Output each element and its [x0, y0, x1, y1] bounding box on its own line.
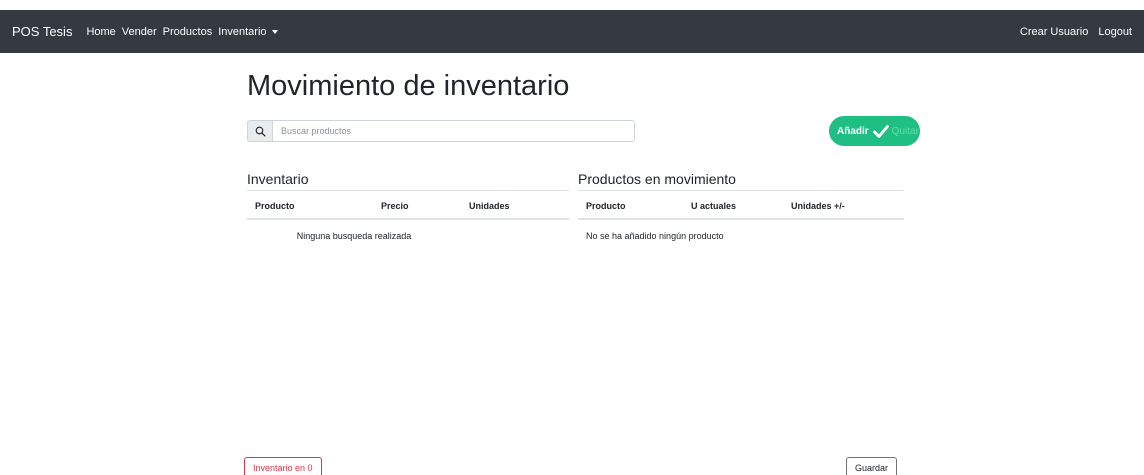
- nav-link-productos[interactable]: Productos: [163, 26, 213, 38]
- caret-down-icon: [271, 29, 278, 34]
- navbar: POS Tesis Home Vender Productos Inventar…: [0, 10, 1144, 53]
- movement-empty-row: No se ha añadido ningún producto: [578, 219, 904, 252]
- page-title: Movimiento de inventario: [247, 70, 570, 102]
- column-header-unidades-delta: Unidades +/-: [783, 191, 904, 220]
- save-button[interactable]: Guardar: [846, 457, 898, 475]
- inventory-header-row: Producto Precio Unidades: [247, 191, 569, 220]
- inventory-empty-cell: [461, 219, 569, 252]
- navbar-right: Crear Usuario Logout: [1010, 10, 1132, 53]
- column-header-producto: Producto: [247, 191, 373, 220]
- nav-link-crear-usuario[interactable]: Crear Usuario: [1020, 26, 1088, 38]
- nav-dropdown-inventario[interactable]: Inventario: [218, 25, 278, 38]
- column-header-u-actuales: U actuales: [683, 191, 783, 220]
- inventory-section: Inventario Producto Precio Unidades Ning…: [247, 171, 569, 252]
- column-header-producto: Producto: [578, 191, 683, 220]
- inventory-table: Producto Precio Unidades Ninguna busqued…: [247, 191, 569, 252]
- nav-link-home[interactable]: Home: [86, 26, 115, 38]
- toggle-label-remove: Quitar: [891, 125, 919, 137]
- nav-link-logout[interactable]: Logout: [1098, 26, 1132, 38]
- column-header-precio: Precio: [373, 191, 461, 220]
- movement-header-row: Producto U actuales Unidades +/-: [578, 191, 904, 220]
- add-remove-toggle[interactable]: Añadir Quitar: [829, 116, 920, 146]
- nav-dropdown-inventario-label: Inventario: [218, 25, 267, 38]
- column-header-unidades: Unidades: [461, 191, 569, 220]
- search-input[interactable]: [273, 120, 635, 142]
- search-addon: [247, 120, 273, 142]
- inventory-empty-row: Ninguna busqueda realizada: [247, 219, 569, 252]
- nav-link-vender[interactable]: Vender: [122, 26, 157, 38]
- toggle-label-add: Añadir: [837, 125, 869, 137]
- movement-empty-message: No se ha añadido ningún producto: [586, 231, 724, 241]
- movement-table: Producto U actuales Unidades +/- No se h…: [578, 191, 904, 252]
- check-icon: [872, 124, 889, 138]
- inventory-empty-message: Ninguna busqueda realizada: [296, 231, 412, 241]
- movement-title: Productos en movimiento: [578, 171, 904, 191]
- search-group: [247, 120, 635, 142]
- search-icon: [255, 126, 266, 137]
- top-strip: [0, 0, 1144, 10]
- navbar-brand[interactable]: POS Tesis: [12, 24, 72, 39]
- movement-section: Productos en movimiento Producto U actua…: [578, 171, 904, 252]
- inventory-title: Inventario: [247, 171, 569, 191]
- zero-inventory-button[interactable]: Inventario en 0: [244, 457, 322, 475]
